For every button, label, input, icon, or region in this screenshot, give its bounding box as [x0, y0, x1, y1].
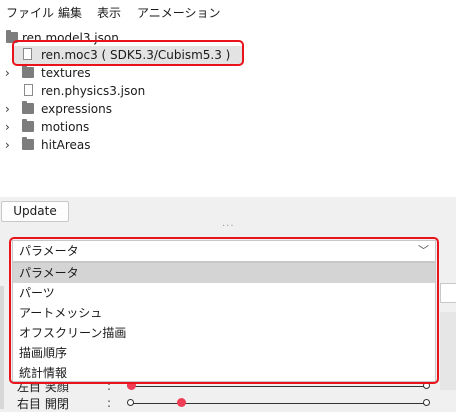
menu-edit[interactable]: 編集 [58, 6, 82, 20]
chevron-down-icon[interactable]: ﹀ [418, 244, 429, 258]
chevron-right-icon[interactable]: › [5, 65, 10, 81]
slider-max-handle [423, 382, 430, 389]
splitter-handle[interactable]: ... [222, 218, 235, 229]
tree-item-label: ren.moc3 ( SDK5.3/Cubism5.3 ) [41, 48, 231, 62]
slider-max-handle [423, 399, 430, 406]
tree-item-label: hitAreas [41, 138, 91, 152]
dropdown-option[interactable]: アートメッシュ [13, 303, 435, 323]
chevron-right-icon[interactable]: › [5, 101, 10, 117]
folder-icon [22, 65, 34, 78]
tree-item-textures[interactable]: › textures [0, 64, 456, 82]
tree-item-motions[interactable]: › motions [0, 118, 456, 136]
param-colon: : [107, 396, 112, 410]
view-mode-select[interactable]: パラメータ ﹀ [12, 240, 436, 262]
file-icon [23, 48, 32, 60]
view-mode-dropdown: パラメータ パーツ アートメッシュ オフスクリーン描画 描画順序 統計情報 [12, 262, 436, 382]
dropdown-option[interactable]: 統計情報 [13, 363, 435, 383]
folder-open-icon [6, 30, 18, 43]
param-slider[interactable] [131, 386, 427, 387]
menu-bar: ファイル 編集 表示 アニメーション [0, 0, 456, 26]
tree-item-label: expressions [41, 102, 112, 116]
tree-item-label: ren.physics3.json [41, 84, 146, 98]
option-label: オフスクリーン描画 [19, 326, 127, 340]
tree-item-label: ren.model3.json [22, 31, 119, 45]
model-tree: ren.model3.json ren.moc3 ( SDK5.3/Cubism… [0, 26, 456, 197]
folder-icon [22, 137, 34, 150]
tree-item-expressions[interactable]: › expressions [0, 100, 456, 118]
option-label: パーツ [19, 286, 55, 300]
chevron-right-icon[interactable]: › [5, 119, 10, 135]
menu-view[interactable]: 表示 [97, 6, 121, 20]
folder-icon [22, 101, 34, 114]
tree-item-label: motions [41, 120, 90, 134]
dropdown-option[interactable]: パラメータ [13, 263, 435, 283]
file-icon [24, 84, 33, 96]
tree-item-physics[interactable]: ren.physics3.json [0, 82, 456, 100]
dropdown-option[interactable]: オフスクリーン描画 [13, 323, 435, 343]
filter-input[interactable] [440, 283, 456, 303]
tree-item-moc[interactable]: ren.moc3 ( SDK5.3/Cubism5.3 ) [14, 46, 242, 64]
option-label: 描画順序 [19, 346, 68, 360]
tree-item-root[interactable]: ren.model3.json [0, 29, 456, 47]
dropdown-option[interactable]: 描画順序 [13, 343, 435, 363]
tree-item-label: textures [41, 66, 91, 80]
menu-animation[interactable]: アニメーション [137, 6, 221, 20]
slider-knob[interactable] [176, 398, 186, 407]
folder-icon [22, 119, 34, 132]
tree-item-hitareas[interactable]: › hitAreas [0, 136, 456, 154]
slider-min-handle [127, 399, 134, 406]
select-value: パラメータ [19, 244, 79, 258]
param-row: 右目 開閉 : [0, 396, 456, 412]
param-slider[interactable] [131, 403, 427, 404]
update-button[interactable]: Update [1, 201, 69, 222]
menu-file[interactable]: ファイル [6, 6, 54, 20]
chevron-right-icon[interactable]: › [5, 137, 10, 153]
option-label: 統計情報 [19, 366, 68, 380]
option-label: アートメッシュ [19, 306, 103, 320]
option-label: パラメータ [19, 266, 79, 280]
dropdown-option[interactable]: パーツ [13, 283, 435, 303]
